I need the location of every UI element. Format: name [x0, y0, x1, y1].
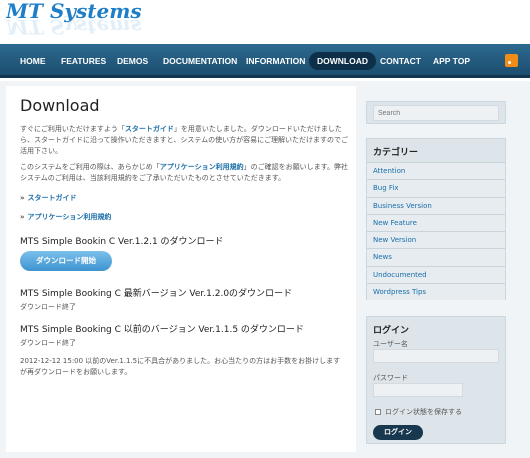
nav-demos[interactable]: DEMOS	[109, 52, 156, 70]
site-logo-reflection: MT Systems	[6, 15, 142, 39]
login-button[interactable]: ログイン	[373, 425, 423, 440]
nav-download[interactable]: DOWNLOAD	[309, 52, 376, 70]
section-heading-previous: MTS Simple Booking C 以前のバージョン Ver.1.1.5 …	[20, 325, 304, 335]
download-status-previous: ダウンロード終了	[20, 339, 76, 347]
bullet-marker: »	[20, 213, 25, 221]
nav-contact[interactable]: CONTACT	[372, 52, 429, 70]
terms-inline-link[interactable]: アプリケーション利用規約	[160, 163, 244, 171]
download-start-button[interactable]: ダウンロード開始	[20, 251, 112, 271]
login-widget: ログイン ユーザー名 パスワード ログイン状態を保存する ログイン	[366, 316, 506, 444]
section-heading-current: MTS Simple Bookin C Ver.1.2.1 のダウンロード	[20, 237, 224, 247]
search-input[interactable]	[373, 105, 499, 121]
page-title: Download	[20, 96, 100, 115]
search-widget	[366, 101, 506, 124]
category-link[interactable]: Bug Fix	[367, 179, 505, 197]
remember-checkbox[interactable]	[375, 409, 381, 415]
category-link[interactable]: New Feature	[367, 213, 505, 232]
start-guide-link[interactable]: » スタートガイド	[20, 193, 77, 203]
terms-link-label: アプリケーション利用規約	[27, 213, 112, 221]
category-link[interactable]: Attention	[367, 162, 505, 180]
start-guide-link-label: スタートガイド	[27, 194, 77, 202]
nav-features[interactable]: FEATURES	[53, 52, 114, 70]
username-input[interactable]	[373, 349, 499, 363]
intro-2-text-a: このシステムをご利用の際は、あらかじめ「	[20, 163, 160, 171]
login-title: ログイン	[373, 326, 410, 336]
categories-widget: カテゴリー Attention Bug Fix Business Version…	[366, 138, 506, 301]
remember-label: ログイン状態を保存する	[385, 408, 462, 416]
main-navigation: HOME FEATURES DEMOS DOCUMENTATION INFORM…	[0, 44, 530, 78]
password-input[interactable]	[373, 383, 463, 397]
intro-paragraph-1: すぐにご利用いただけますよう「スタートガイド」を用意いたしました。ダウンロードい…	[20, 124, 350, 157]
categories-title: カテゴリー	[373, 148, 419, 158]
password-label: パスワード	[373, 374, 408, 382]
category-link[interactable]: Wordpress Tips	[367, 283, 505, 301]
intro-paragraph-2: このシステムをご利用の際は、あらかじめ「アプリケーション利用規約」のご確認をお願…	[20, 162, 350, 184]
bullet-marker: »	[20, 194, 25, 202]
category-link[interactable]: New Version	[367, 231, 505, 249]
site-logo[interactable]: MT Systems MT Systems	[6, 0, 166, 42]
intro-1-text-a: すぐにご利用いただけますよう「	[20, 125, 125, 133]
category-link[interactable]: Business Version	[367, 196, 505, 214]
start-guide-inline-link[interactable]: スタートガイド	[125, 125, 174, 133]
category-link[interactable]: Undocumented	[367, 265, 505, 284]
bugfix-note: 2012-12-12 15:00 以前のVer.1.1.5に不具合がありました。…	[20, 357, 341, 376]
nav-app-top[interactable]: APP TOP	[425, 52, 478, 70]
category-link[interactable]: News	[367, 248, 505, 266]
terms-link[interactable]: » アプリケーション利用規約	[20, 212, 111, 222]
rss-icon[interactable]	[505, 54, 518, 67]
download-status-latest: ダウンロード終了	[20, 303, 76, 311]
nav-documentation[interactable]: DOCUMENTATION	[155, 52, 245, 70]
section-heading-latest: MTS Simple Booking C 最新バージョン Ver.1.2.0のダ…	[20, 289, 293, 299]
nav-information[interactable]: INFORMATION	[238, 52, 313, 70]
nav-home[interactable]: HOME	[12, 52, 54, 70]
username-label: ユーザー名	[373, 340, 408, 348]
